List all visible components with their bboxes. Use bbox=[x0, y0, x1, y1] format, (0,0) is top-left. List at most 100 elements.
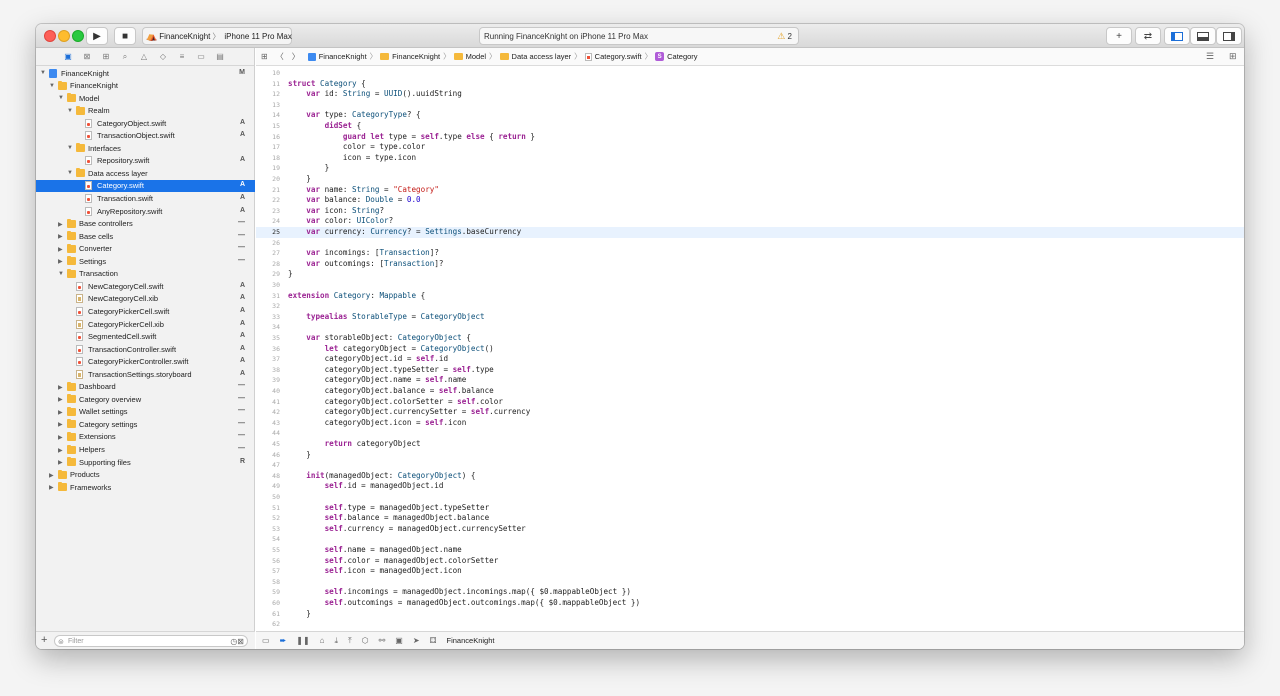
disclosure-closed-icon[interactable]: ▶ bbox=[58, 396, 63, 403]
code-line[interactable]: 53 self.currency = managedObject.currenc… bbox=[256, 524, 1244, 535]
code-line[interactable]: 18 icon = type.icon bbox=[256, 153, 1244, 164]
test-icon[interactable]: ◇ bbox=[157, 51, 169, 63]
tree-item[interactable]: Transaction.swift A bbox=[36, 193, 255, 206]
filter-input[interactable]: ⊜ Filter ◷⊠ bbox=[54, 635, 248, 647]
tree-item[interactable]: CategoryPickerCell.swift A bbox=[36, 305, 255, 318]
code-line[interactable]: 43 categoryObject.icon = self.icon bbox=[256, 418, 1244, 429]
run-button[interactable]: ▶ bbox=[86, 27, 108, 45]
code-line[interactable]: 54 bbox=[256, 534, 1244, 545]
warning-indicator[interactable]: ⚠ 2 bbox=[777, 31, 792, 42]
code-line[interactable]: 21 var name: String = "Category" bbox=[256, 185, 1244, 196]
code-line[interactable]: 58 bbox=[256, 577, 1244, 588]
code-line[interactable]: 13 bbox=[256, 100, 1244, 111]
code-line[interactable]: 32 bbox=[256, 301, 1244, 312]
step-out-icon[interactable]: ⤒ bbox=[348, 636, 352, 646]
tree-item[interactable]: SegmentedCell.swift A bbox=[36, 331, 255, 344]
code-line[interactable]: 56 self.color = managedObject.colorSette… bbox=[256, 556, 1244, 567]
tree-item[interactable]: ▶ Category overview — bbox=[36, 393, 255, 406]
symbol-icon[interactable]: ⊞ bbox=[100, 51, 112, 63]
tree-item[interactable]: NewCategoryCell.swift A bbox=[36, 280, 255, 293]
code-line[interactable]: 25 var currency: Currency? = Settings.ba… bbox=[256, 227, 1244, 238]
zoom-window-button[interactable] bbox=[72, 30, 84, 42]
code-line[interactable]: 10 bbox=[256, 68, 1244, 79]
tree-item[interactable]: ▶ Base cells — bbox=[36, 230, 255, 243]
disclosure-open-icon[interactable]: ▼ bbox=[58, 95, 64, 101]
report-icon[interactable]: ▤ bbox=[214, 51, 226, 63]
code-line[interactable]: 52 self.balance = managedObject.balance bbox=[256, 513, 1244, 524]
tree-item[interactable]: TransactionController.swift A bbox=[36, 343, 255, 356]
disclosure-closed-icon[interactable]: ▶ bbox=[58, 221, 63, 228]
code-line[interactable]: 26 bbox=[256, 238, 1244, 249]
breadcrumb-item[interactable]: Model bbox=[453, 52, 486, 61]
code-line[interactable]: 23 var icon: String? bbox=[256, 206, 1244, 217]
tree-item[interactable]: CategoryPickerCell.xib A bbox=[36, 318, 255, 331]
tree-item[interactable]: ▼ Model bbox=[36, 92, 255, 105]
disclosure-closed-icon[interactable]: ▶ bbox=[58, 233, 63, 240]
breadcrumb-item[interactable]: S Category bbox=[655, 52, 698, 61]
code-line[interactable]: 38 categoryObject.typeSetter = self.type bbox=[256, 365, 1244, 376]
step-into-icon[interactable]: ⤓ bbox=[335, 636, 339, 646]
step-over-icon[interactable]: ⌂ bbox=[320, 636, 325, 645]
tree-item[interactable]: ▶ Frameworks bbox=[36, 481, 255, 494]
code-review-button[interactable]: ⇄ bbox=[1135, 27, 1161, 45]
tree-item[interactable]: ▼ Data access layer bbox=[36, 167, 255, 180]
tree-item[interactable]: Category.swift A bbox=[36, 179, 255, 193]
lines-icon[interactable]: ☰ bbox=[1206, 51, 1214, 62]
code-line[interactable]: 11 struct Category { bbox=[256, 79, 1244, 90]
breakpoint-icon[interactable]: ▭ bbox=[195, 51, 207, 63]
tree-item[interactable]: ▶ Converter — bbox=[36, 243, 255, 256]
tree-item[interactable]: ▶ Helpers — bbox=[36, 444, 255, 457]
disclosure-closed-icon[interactable]: ▶ bbox=[49, 472, 54, 479]
back-arrow-icon[interactable]: 〈 bbox=[276, 51, 284, 62]
tree-item[interactable]: ▶ Extensions — bbox=[36, 431, 255, 444]
code-line[interactable]: 59 self.incomings = managedObject.incomi… bbox=[256, 587, 1244, 598]
tree-item[interactable]: TransactionObject.swift A bbox=[36, 130, 255, 143]
code-line[interactable]: 27 var incomings: [Transaction]? bbox=[256, 248, 1244, 259]
tree-item[interactable]: ▶ Dashboard — bbox=[36, 381, 255, 394]
breadcrumb-item[interactable]: Category.swift bbox=[584, 52, 642, 61]
recent-files-icon[interactable]: ◷⊠ bbox=[230, 636, 244, 647]
code-line[interactable]: 12 var id: String = UUID().uuidString bbox=[256, 89, 1244, 100]
code-line[interactable]: 44 bbox=[256, 428, 1244, 439]
forward-arrow-icon[interactable]: 〉 bbox=[292, 51, 300, 62]
code-line[interactable]: 49 self.id = managedObject.id bbox=[256, 481, 1244, 492]
code-line[interactable]: 60 self.outcomings = managedObject.outco… bbox=[256, 598, 1244, 609]
code-line[interactable]: 16 guard let type = self.type else { ret… bbox=[256, 132, 1244, 143]
tree-item[interactable]: TransactionSettings.storyboard A bbox=[36, 368, 255, 381]
related-items-icon[interactable]: ⊞ bbox=[261, 52, 268, 61]
tree-item[interactable]: CategoryPickerController.swift A bbox=[36, 356, 255, 369]
code-line[interactable]: 45 return categoryObject bbox=[256, 439, 1244, 450]
disclosure-closed-icon[interactable]: ▶ bbox=[58, 447, 63, 454]
breakpoints-toggle-icon[interactable]: ➨ bbox=[280, 636, 287, 645]
tree-item[interactable]: ▶ Wallet settings — bbox=[36, 406, 255, 419]
code-line[interactable]: 41 categoryObject.colorSetter = self.col… bbox=[256, 397, 1244, 408]
code-line[interactable]: 50 bbox=[256, 492, 1244, 503]
tree-item[interactable]: ▶ Supporting files R bbox=[36, 456, 255, 469]
issue-icon[interactable]: △ bbox=[138, 51, 150, 63]
tree-item[interactable]: ▼ Transaction bbox=[36, 268, 255, 281]
tree-item[interactable]: ▼ Realm bbox=[36, 105, 255, 118]
code-line[interactable]: 48 init(managedObject: CategoryObject) { bbox=[256, 471, 1244, 482]
tree-item[interactable]: CategoryObject.swift A bbox=[36, 117, 255, 130]
code-line[interactable]: 15 didSet { bbox=[256, 121, 1244, 132]
tree-item[interactable]: NewCategoryCell.xib A bbox=[36, 293, 255, 306]
code-line[interactable]: 57 self.icon = managedObject.icon bbox=[256, 566, 1244, 577]
tree-item[interactable]: ▶ Base controllers — bbox=[36, 218, 255, 231]
toggle-inspector-button[interactable] bbox=[1216, 27, 1242, 45]
stop-button[interactable]: ■ bbox=[114, 27, 136, 45]
disclosure-open-icon[interactable]: ▼ bbox=[67, 145, 73, 151]
code-line[interactable]: 46 } bbox=[256, 450, 1244, 461]
code-line[interactable]: 62 bbox=[256, 619, 1244, 630]
library-button[interactable]: + bbox=[1106, 27, 1132, 45]
code-line[interactable]: 30 bbox=[256, 280, 1244, 291]
disclosure-closed-icon[interactable]: ▶ bbox=[58, 384, 63, 391]
breadcrumb-item[interactable]: Data access layer bbox=[499, 52, 571, 61]
code-line[interactable]: 28 var outcomings: [Transaction]? bbox=[256, 259, 1244, 270]
add-file-button[interactable]: + bbox=[41, 634, 47, 646]
toggle-debug-area-button[interactable] bbox=[1190, 27, 1216, 45]
disclosure-open-icon[interactable]: ▼ bbox=[58, 271, 64, 277]
code-line[interactable]: 24 var color: UIColor? bbox=[256, 216, 1244, 227]
code-line[interactable]: 55 self.name = managedObject.name bbox=[256, 545, 1244, 556]
location-icon[interactable]: ➤ bbox=[413, 636, 420, 645]
breadcrumb-item[interactable]: FinanceKnight bbox=[380, 52, 440, 61]
